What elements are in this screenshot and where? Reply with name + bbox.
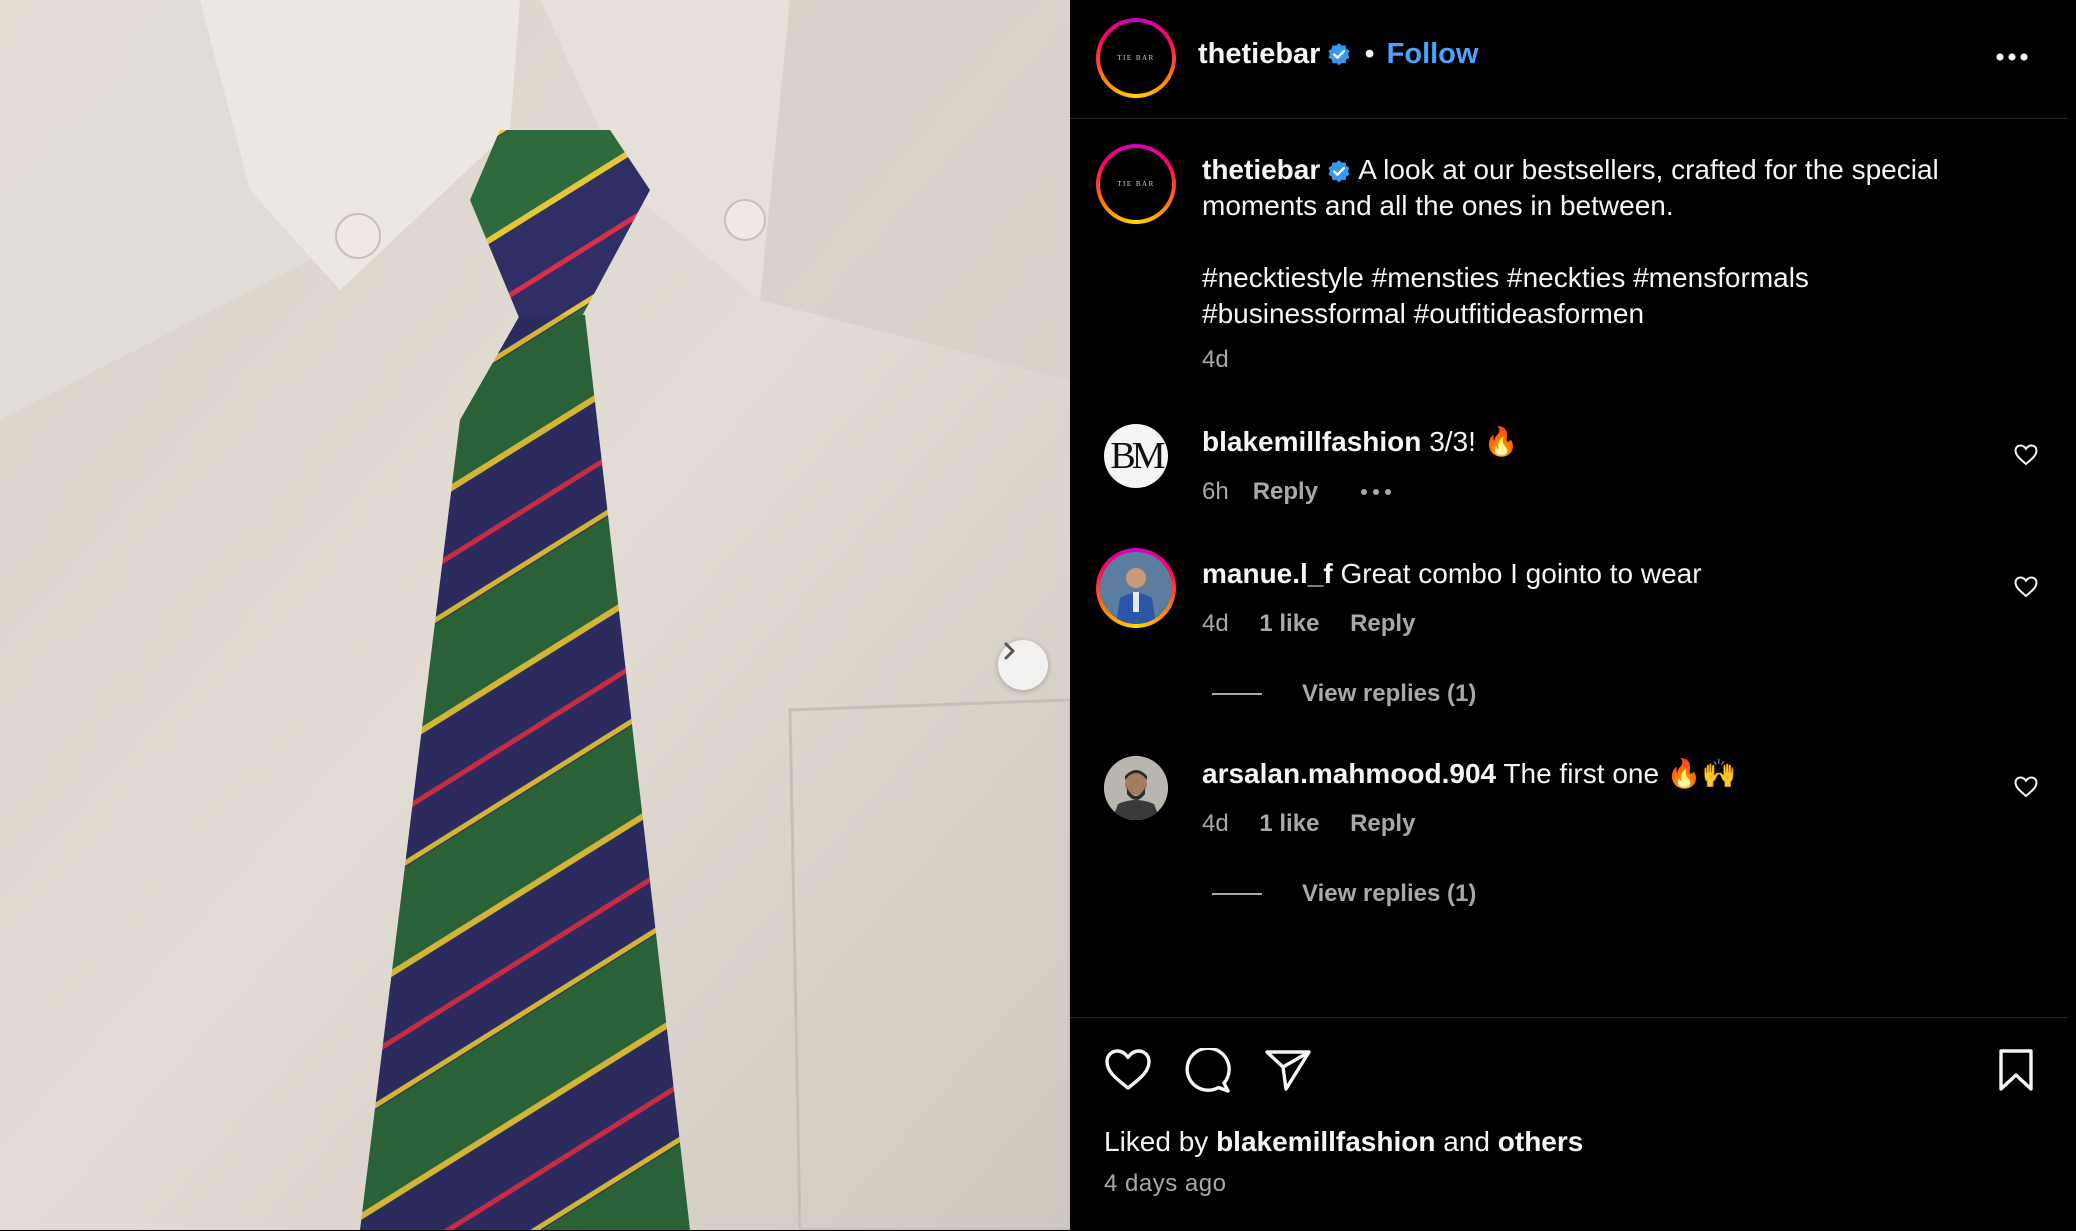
comment-body: blakemillfashion 3/3! 🔥 <box>1202 424 1519 460</box>
view-replies-button[interactable]: View replies (1) <box>1212 880 1476 908</box>
avatar-logo-text: TIE BAR <box>1117 54 1155 62</box>
comment-text: Great combo I gointo to wear <box>1340 558 1702 589</box>
comment-meta: 4d 1 like Reply <box>1202 810 1415 838</box>
caption-author-avatar[interactable]: TIE BAR <box>1096 144 1176 224</box>
comment-meta: 6h Reply <box>1202 478 1392 506</box>
view-replies-label: View replies (1) <box>1302 680 1477 707</box>
liked-by: Liked by blakemillfashion and others <box>1104 1126 1583 1158</box>
comment-time: 4d <box>1202 810 1229 837</box>
header-title-row: thetiebar • Follow <box>1198 38 1478 71</box>
header-separator: • <box>1364 38 1375 70</box>
post-actions: Liked by blakemillfashion and others 4 d… <box>1070 1017 2070 1231</box>
comment-more-icon[interactable] <box>1360 488 1392 496</box>
caption-username[interactable]: thetiebar <box>1202 154 1320 185</box>
post-photo-necktie <box>0 0 1070 1230</box>
liked-prefix: Liked by <box>1104 1126 1209 1157</box>
view-replies-button[interactable]: View replies (1) <box>1212 680 1476 708</box>
comment-like-icon[interactable] <box>2014 776 2038 798</box>
author-username[interactable]: thetiebar <box>1198 38 1320 71</box>
next-image-button[interactable] <box>998 640 1048 690</box>
post-details-panel: TIE BAR thetiebar • Follow TIE BAR theti… <box>1070 0 2070 1230</box>
comment-text: 3/3! 🔥 <box>1429 426 1519 457</box>
liked-user[interactable]: blakemillfashion <box>1216 1126 1435 1157</box>
comment-time: 6h <box>1202 478 1229 505</box>
comment-icon[interactable] <box>1184 1048 1232 1094</box>
comment-like-icon[interactable] <box>2014 576 2038 598</box>
follow-button[interactable]: Follow <box>1387 38 1479 71</box>
commenter-avatar[interactable]: BM <box>1104 424 1168 488</box>
reply-button[interactable]: Reply <box>1253 478 1318 506</box>
comment-time: 4d <box>1202 610 1229 637</box>
comment-likes[interactable]: 1 like <box>1259 810 1319 837</box>
avatar-logo-text: TIE BAR <box>1117 180 1155 188</box>
post-header: TIE BAR thetiebar • Follow <box>1070 0 2070 119</box>
chevron-right-icon <box>1004 642 1015 660</box>
heart-icon[interactable] <box>1104 1048 1152 1092</box>
commenter-avatar[interactable] <box>1104 756 1168 820</box>
more-options-icon[interactable] <box>1995 52 2029 62</box>
comment-username[interactable]: arsalan.mahmood.904 <box>1202 758 1496 789</box>
avatar-photo <box>1104 756 1168 820</box>
verified-badge-icon <box>1328 159 1350 183</box>
author-avatar[interactable]: TIE BAR <box>1096 18 1176 98</box>
comment-likes[interactable]: 1 like <box>1259 610 1319 637</box>
post-time-ago[interactable]: 4 days ago <box>1104 1170 1226 1198</box>
comment-username[interactable]: manue.l_f <box>1202 558 1333 589</box>
verified-badge-icon <box>1328 42 1350 65</box>
avatar-photo <box>1100 552 1172 624</box>
comment-body: manue.l_f Great combo I gointo to wear <box>1202 556 1702 592</box>
send-icon[interactable] <box>1264 1048 1312 1092</box>
view-replies-label: View replies (1) <box>1302 880 1477 907</box>
view-replies-line <box>1212 693 1262 695</box>
liked-and: and <box>1443 1126 1490 1157</box>
bookmark-icon[interactable] <box>1996 1048 2036 1092</box>
caption-hashtags[interactable]: #necktiestyle #mensties #neckties #mensf… <box>1202 260 1902 332</box>
caption-body: thetiebar A look at our bestsellers, cra… <box>1202 152 2032 224</box>
comment-meta: 4d 1 like Reply <box>1202 610 1415 638</box>
post-media <box>0 0 1070 1230</box>
view-replies-line <box>1212 893 1262 895</box>
panel-edge <box>2068 0 2076 1230</box>
commenter-avatar[interactable] <box>1096 548 1176 628</box>
comment-username[interactable]: blakemillfashion <box>1202 426 1421 457</box>
reply-button[interactable]: Reply <box>1350 610 1415 637</box>
comment-like-icon[interactable] <box>2014 444 2038 466</box>
caption-time: 4d <box>1202 346 1229 373</box>
comment-body: arsalan.mahmood.904 The first one 🔥🙌 <box>1202 756 1737 792</box>
reply-button[interactable]: Reply <box>1350 810 1415 837</box>
avatar-monogram: BM <box>1110 435 1165 477</box>
liked-others[interactable]: others <box>1498 1126 1584 1157</box>
comment-text: The first one 🔥🙌 <box>1503 758 1737 789</box>
